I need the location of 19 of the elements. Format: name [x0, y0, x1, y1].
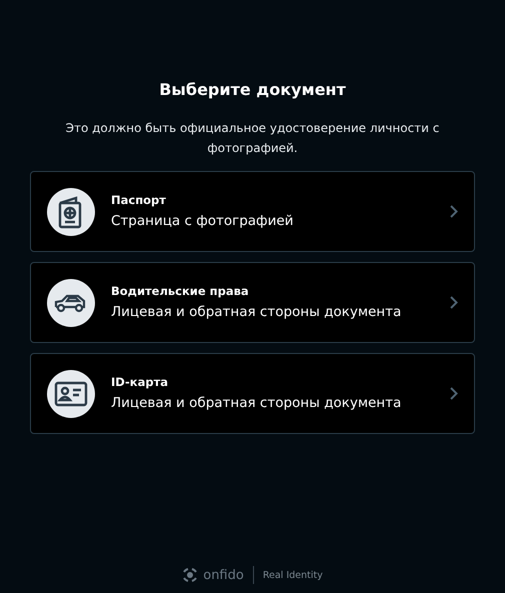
brand-tagline: Real Identity: [262, 570, 323, 580]
chevron-icon: [450, 296, 458, 309]
document-description: Страница с фотографией: [111, 212, 294, 231]
brand-name: onfido: [203, 568, 244, 582]
document-option[interactable]: Водительские права Лицевая и обратная стороны документа: [30, 262, 475, 343]
document-description: Лицевая и обратная стороны документа: [111, 303, 402, 322]
document-option[interactable]: Паспорт Страница с фотографией: [30, 171, 475, 252]
car-icon: [54, 292, 88, 312]
logo-icon: [182, 568, 198, 582]
chevron-icon: [450, 205, 458, 218]
document-name: Паспорт: [111, 192, 167, 208]
page-title: Выберите документ: [159, 79, 346, 101]
document-name: Водительские права: [111, 283, 250, 299]
chevron-icon: [450, 387, 458, 400]
id-card-icon: [54, 380, 88, 406]
document-description: Лицевая и обратная стороны документа: [111, 394, 402, 413]
document-name: ID-карта: [111, 374, 170, 390]
document-option[interactable]: ID-карта Лицевая и обратная стороны документа: [30, 353, 475, 434]
page-subtitle: Это должно быть официальное удостоверение личности с фотографией.: [64, 120, 440, 157]
